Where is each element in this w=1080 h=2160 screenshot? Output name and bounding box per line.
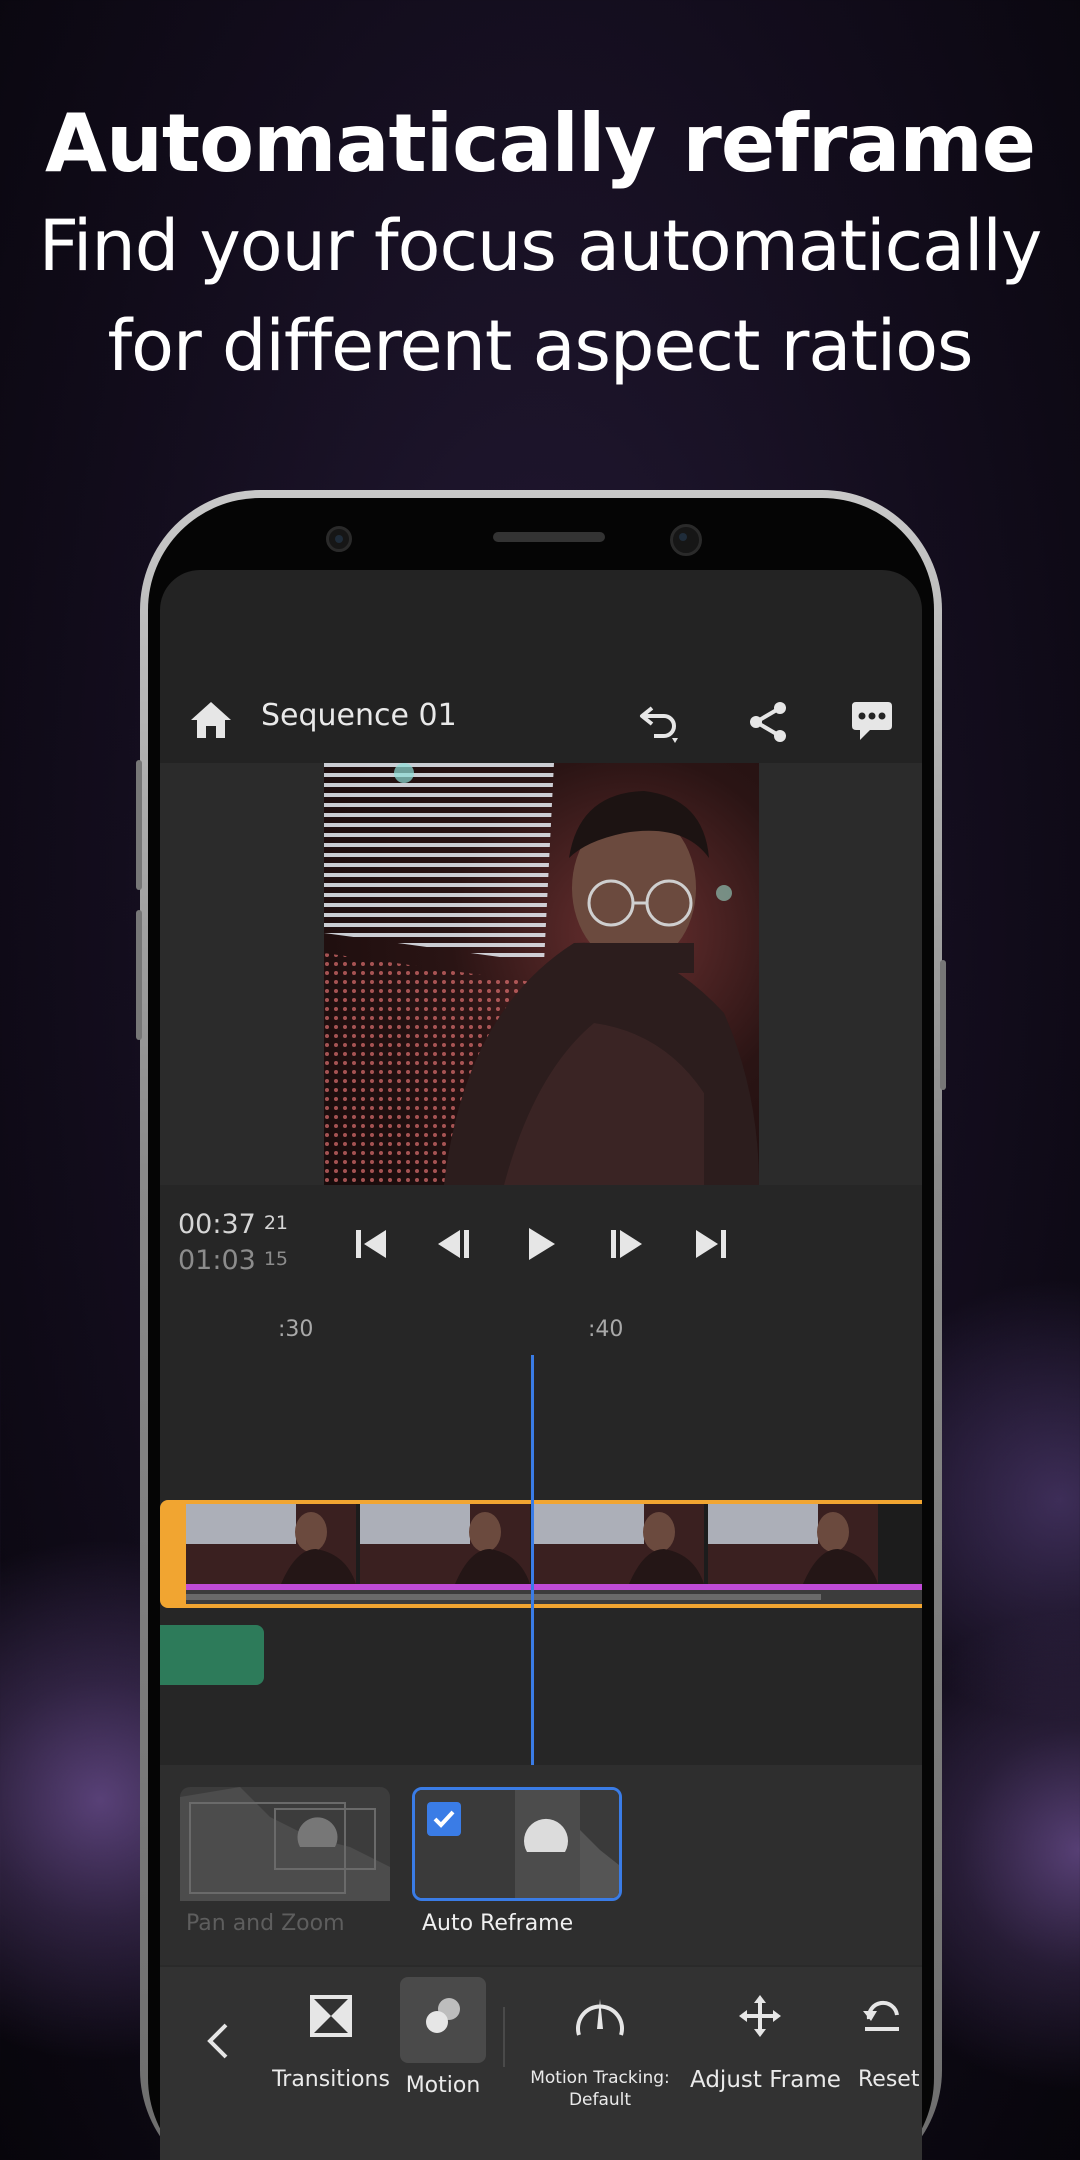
sequence-title[interactable]: Sequence 01 — [261, 698, 457, 733]
timeline-tick-30: :30 — [278, 1317, 314, 1342]
video-clip[interactable] — [160, 1500, 922, 1608]
transport-controls: 00:37 21 01:03 15 — [160, 1185, 922, 1295]
app-header: Sequence 01 — [160, 670, 922, 774]
preview-image — [324, 763, 759, 1185]
pan-and-zoom-option[interactable] — [180, 1787, 390, 1901]
promo-headline: Automatically reframe Find your focus au… — [0, 92, 1080, 396]
audio-clip[interactable] — [160, 1625, 264, 1685]
app-screen: Sequence 01 00:37 21 01:03 15:30:40 Pa… — [160, 570, 922, 2160]
transitions-icon — [310, 1995, 352, 2037]
timeline[interactable]: :30 :40 — [160, 1295, 922, 1765]
duration-timecode: 01:03 15 — [178, 1245, 288, 1276]
preview-frame — [324, 763, 759, 1185]
motion-tracking-tool[interactable]: Motion Tracking: Default — [530, 1967, 670, 2160]
motion-label: Motion — [405, 2073, 481, 2098]
transitions-tool[interactable]: Transitions — [260, 1967, 402, 2160]
skip-to-end-icon[interactable] — [688, 1221, 734, 1267]
auto-reframe-checkbox[interactable] — [427, 1802, 461, 1836]
motion-effects-panel: Pan and Zoom Auto Reframe — [160, 1765, 922, 1965]
motion-icon — [426, 1998, 460, 2033]
current-timecode: 00:37 21 — [178, 1209, 288, 1240]
step-forward-icon[interactable] — [602, 1221, 648, 1267]
adjust-frame-label: Adjust Frame — [690, 2067, 841, 2093]
volume-button — [136, 760, 142, 890]
pan-zoom-illustration-icon — [180, 1787, 390, 1901]
volume-button-2 — [136, 910, 142, 1040]
play-icon[interactable] — [518, 1221, 564, 1267]
reset-icon — [863, 2000, 899, 2031]
headline-subtitle-line2: for different aspect ratios — [107, 305, 973, 387]
front-camera-main-icon — [670, 524, 702, 556]
motion-tool[interactable]: Motion — [400, 1967, 486, 2160]
clip-thumbnail — [708, 1504, 878, 1584]
auto-reframe-label: Auto Reframe — [422, 1911, 574, 1936]
undo-icon[interactable] — [634, 696, 686, 748]
phone-speaker — [493, 532, 605, 542]
share-icon[interactable] — [742, 696, 794, 748]
home-icon[interactable] — [186, 696, 236, 746]
back-chevron-icon[interactable] — [204, 2019, 232, 2063]
transitions-label: Transitions — [272, 2067, 390, 2092]
clip-thumbnail — [186, 1504, 356, 1584]
step-back-icon[interactable] — [432, 1221, 478, 1267]
front-camera-icon — [326, 526, 352, 552]
bottom-toolbar: Transitions Motion Motion Tracking: Defa… — [160, 1965, 922, 2160]
motion-tracking-icon — [576, 1999, 624, 2036]
clip-audio-strip — [186, 1590, 922, 1604]
timeline-tick-40: :40 — [588, 1317, 624, 1342]
power-button — [940, 960, 946, 1090]
clip-thumbnail — [534, 1504, 704, 1584]
adjust-frame-tool[interactable]: Adjust Frame — [690, 1967, 841, 2160]
pan-and-zoom-label: Pan and Zoom — [186, 1911, 345, 1936]
video-preview[interactable] — [160, 763, 922, 1185]
checkmark-icon — [433, 1810, 455, 1828]
comment-icon[interactable] — [846, 696, 898, 748]
auto-reframe-option[interactable] — [412, 1787, 622, 1901]
reset-tool[interactable]: Reset — [850, 1967, 922, 2160]
motion-tracking-label: Motion Tracking: Default — [530, 2068, 670, 2110]
headline-subtitle-line1: Find your focus automatically — [38, 205, 1043, 287]
clip-thumbnail — [360, 1504, 530, 1584]
toolbar-divider — [503, 2007, 505, 2067]
move-arrows-icon — [739, 1995, 781, 2037]
reset-label: Reset — [858, 2067, 920, 2092]
headline-title: Automatically reframe — [45, 97, 1036, 190]
playhead[interactable] — [531, 1355, 534, 1765]
skip-to-start-icon[interactable] — [348, 1221, 394, 1267]
